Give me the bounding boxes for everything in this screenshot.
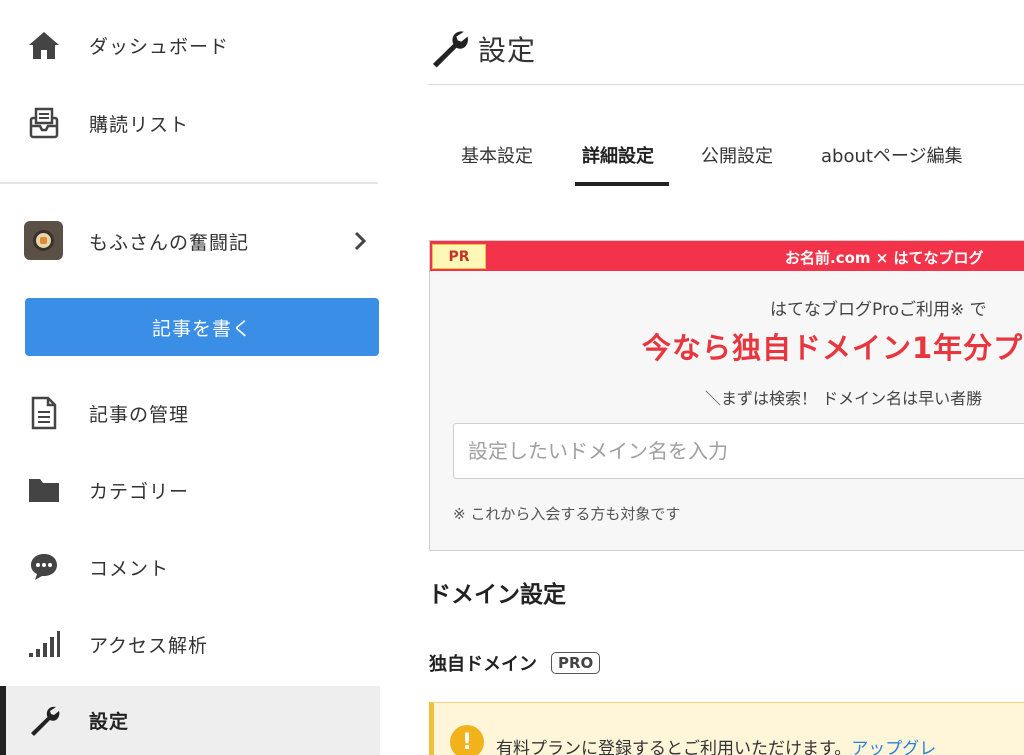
- page-header: 設定: [428, 24, 536, 74]
- wrench-icon: [428, 28, 470, 70]
- sidebar-item-dashboard[interactable]: ダッシュボード: [0, 15, 380, 75]
- sidebar-divider: [0, 182, 378, 184]
- sidebar: ダッシュボード 購読リスト もふさんの奮闘記 記事を書く 記事の管理 カテゴリー…: [0, 0, 392, 755]
- signal-bars-icon: [26, 626, 62, 662]
- sidebar-item-label: アクセス解析: [89, 634, 209, 657]
- active-tab-indicator: [575, 182, 669, 186]
- inbox-icon: [26, 105, 62, 141]
- pr-subtitle: はてなブログProご利用※ で: [770, 300, 987, 320]
- document-icon: [26, 395, 62, 431]
- blog-switcher[interactable]: もふさんの奮闘記: [0, 212, 380, 270]
- sidebar-item-label: 設定: [89, 711, 130, 733]
- sidebar-item-label: ダッシュボード: [89, 35, 230, 58]
- own-domain-row: 独自ドメイン PRO: [429, 650, 601, 676]
- pr-headline: 今なら独自ドメイン1年分プレ: [642, 331, 1024, 365]
- tab-publish-settings[interactable]: 公開設定: [701, 142, 773, 168]
- warning-icon: !: [450, 725, 484, 755]
- write-article-button[interactable]: 記事を書く: [25, 298, 379, 356]
- sidebar-item-subscriptions[interactable]: 購読リスト: [0, 93, 380, 153]
- blog-name: もふさんの奮闘記: [89, 232, 250, 254]
- sidebar-item-label: 記事の管理: [89, 403, 190, 426]
- sidebar-item-analytics[interactable]: アクセス解析: [0, 614, 380, 674]
- sidebar-item-articles[interactable]: 記事の管理: [0, 383, 380, 443]
- own-domain-label: 独自ドメイン: [429, 654, 537, 675]
- pr-banner-bar: PR お名前.com × はてなブログ: [430, 241, 1024, 271]
- sidebar-item-comments[interactable]: コメント: [0, 537, 380, 597]
- pr-note: ※ これから入会する方も対象です: [453, 505, 681, 523]
- pr-tag: PR: [432, 244, 486, 269]
- sidebar-item-label: コメント: [89, 557, 170, 580]
- folder-icon: [26, 472, 62, 508]
- wrench-icon: [26, 703, 62, 739]
- chevron-right-icon: [349, 230, 371, 252]
- page-title: 設定: [478, 34, 537, 67]
- sidebar-item-categories[interactable]: カテゴリー: [0, 460, 380, 520]
- upgrade-link[interactable]: アップグレ: [851, 739, 936, 755]
- comment-icon: [26, 549, 62, 585]
- pr-banner: PR お名前.com × はてなブログ はてなブログProご利用※ で 今なら独…: [429, 240, 1024, 551]
- pro-badge: PRO: [551, 652, 601, 674]
- domain-search-input[interactable]: [453, 423, 1024, 479]
- warning-message: 有料プランに登録するとご利用いただけます。: [496, 739, 852, 755]
- sidebar-item-label: 購読リスト: [89, 113, 190, 136]
- pr-brand: お名前.com × はてなブログ: [785, 249, 984, 267]
- upgrade-warning: ! 有料プランに登録するとご利用いただけます。アップグレ: [429, 702, 1024, 755]
- domain-section-title: ドメイン設定: [428, 582, 566, 608]
- sidebar-item-label: カテゴリー: [89, 480, 190, 503]
- header-divider: [428, 84, 1024, 85]
- sidebar-item-settings[interactable]: 設定: [0, 686, 380, 755]
- warning-text: 有料プランに登録するとご利用いただけます。アップグレ: [496, 734, 936, 755]
- pr-callout: ＼まずは検索！ ドメイン名は早い者勝: [705, 389, 983, 408]
- tab-advanced-settings[interactable]: 詳細設定: [582, 142, 654, 168]
- home-icon: [26, 27, 62, 63]
- blog-avatar: [24, 221, 63, 260]
- main-content: 設定 基本設定 詳細設定 公開設定 aboutページ編集 PR お名前.com …: [392, 0, 1024, 755]
- tab-about-page[interactable]: aboutページ編集: [821, 142, 963, 168]
- tab-basic-settings[interactable]: 基本設定: [461, 142, 533, 168]
